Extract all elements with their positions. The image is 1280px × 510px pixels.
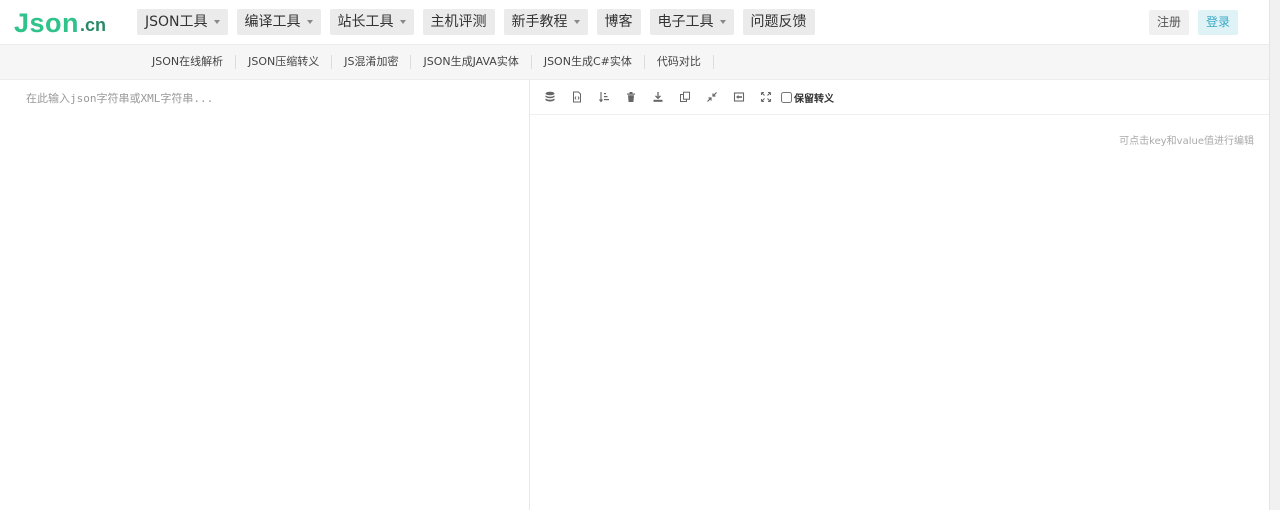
chevron-down-icon bbox=[719, 20, 726, 24]
page-scrollbar[interactable] bbox=[1269, 0, 1280, 510]
keep-escape-label: 保留转义 bbox=[794, 93, 834, 105]
logo-tld: .cn bbox=[80, 15, 107, 35]
register-button[interactable]: 注册 bbox=[1148, 10, 1189, 35]
login-button[interactable]: 登录 bbox=[1197, 10, 1238, 35]
nav-host-review[interactable]: 主机评测 bbox=[422, 9, 495, 35]
main-nav: JSON工具 编译工具 站长工具 主机评测 新手教程 博客 电子工具 问题反馈 bbox=[137, 9, 824, 35]
edit-hint: 可点击key和value值进行编辑 bbox=[1119, 136, 1254, 147]
subnav-json-parse[interactable]: JSON在线解析 bbox=[140, 55, 237, 69]
chevron-down-icon bbox=[213, 20, 220, 24]
screenshot-icon[interactable] bbox=[725, 87, 752, 107]
subnav-json-to-java[interactable]: JSON生成JAVA实体 bbox=[411, 55, 532, 69]
chevron-down-icon bbox=[573, 20, 580, 24]
chevron-down-icon bbox=[306, 20, 313, 24]
copy-icon[interactable] bbox=[671, 87, 698, 107]
nav-json-tools[interactable]: JSON工具 bbox=[137, 9, 228, 35]
logo-text: Json bbox=[14, 8, 80, 38]
nav-webmaster-tools[interactable]: 站长工具 bbox=[329, 9, 414, 35]
result-toolbar: 保留转义 bbox=[530, 80, 1270, 115]
sub-navbar: JSON在线解析 JSON压缩转义 JS混淆加密 JSON生成JAVA实体 JS… bbox=[0, 45, 1270, 80]
subnav-json-compress[interactable]: JSON压缩转义 bbox=[236, 55, 333, 69]
download-icon[interactable] bbox=[644, 87, 671, 107]
compress-icon[interactable] bbox=[698, 87, 725, 107]
auth-buttons: 注册 登录 bbox=[1140, 10, 1238, 35]
nav-tutorials[interactable]: 新手教程 bbox=[503, 9, 588, 35]
nav-electronic-tools[interactable]: 电子工具 bbox=[649, 9, 734, 35]
nav-compile-tools[interactable]: 编译工具 bbox=[236, 9, 321, 35]
nav-blog[interactable]: 博客 bbox=[596, 9, 641, 35]
top-navbar: Json .cn JSON工具 编译工具 站长工具 主机评测 新手教程 博客 电… bbox=[0, 0, 1270, 45]
sort-icon[interactable] bbox=[590, 87, 617, 107]
json-input-editor[interactable]: 在此输入json字符串或XML字符串... bbox=[0, 80, 530, 510]
keep-escape-toggle[interactable]: 保留转义 bbox=[781, 90, 834, 105]
subnav-code-diff[interactable]: 代码对比 bbox=[645, 55, 714, 69]
database-icon[interactable] bbox=[536, 87, 563, 107]
trash-icon[interactable] bbox=[617, 87, 644, 107]
site-logo[interactable]: Json .cn bbox=[14, 4, 106, 40]
result-panel: 保留转义 可点击key和value值进行编辑 bbox=[530, 80, 1270, 510]
editor-placeholder: 在此输入json字符串或XML字符串... bbox=[26, 92, 214, 105]
subnav-json-to-csharp[interactable]: JSON生成C#实体 bbox=[532, 55, 645, 69]
subnav-js-obfuscate[interactable]: JS混淆加密 bbox=[332, 55, 412, 69]
file-code-icon[interactable] bbox=[563, 87, 590, 107]
sub-nav: JSON在线解析 JSON压缩转义 JS混淆加密 JSON生成JAVA实体 JS… bbox=[140, 45, 714, 79]
nav-feedback[interactable]: 问题反馈 bbox=[742, 9, 815, 35]
fullscreen-icon[interactable] bbox=[752, 87, 779, 107]
keep-escape-checkbox[interactable] bbox=[781, 91, 792, 103]
chevron-down-icon bbox=[399, 20, 406, 24]
